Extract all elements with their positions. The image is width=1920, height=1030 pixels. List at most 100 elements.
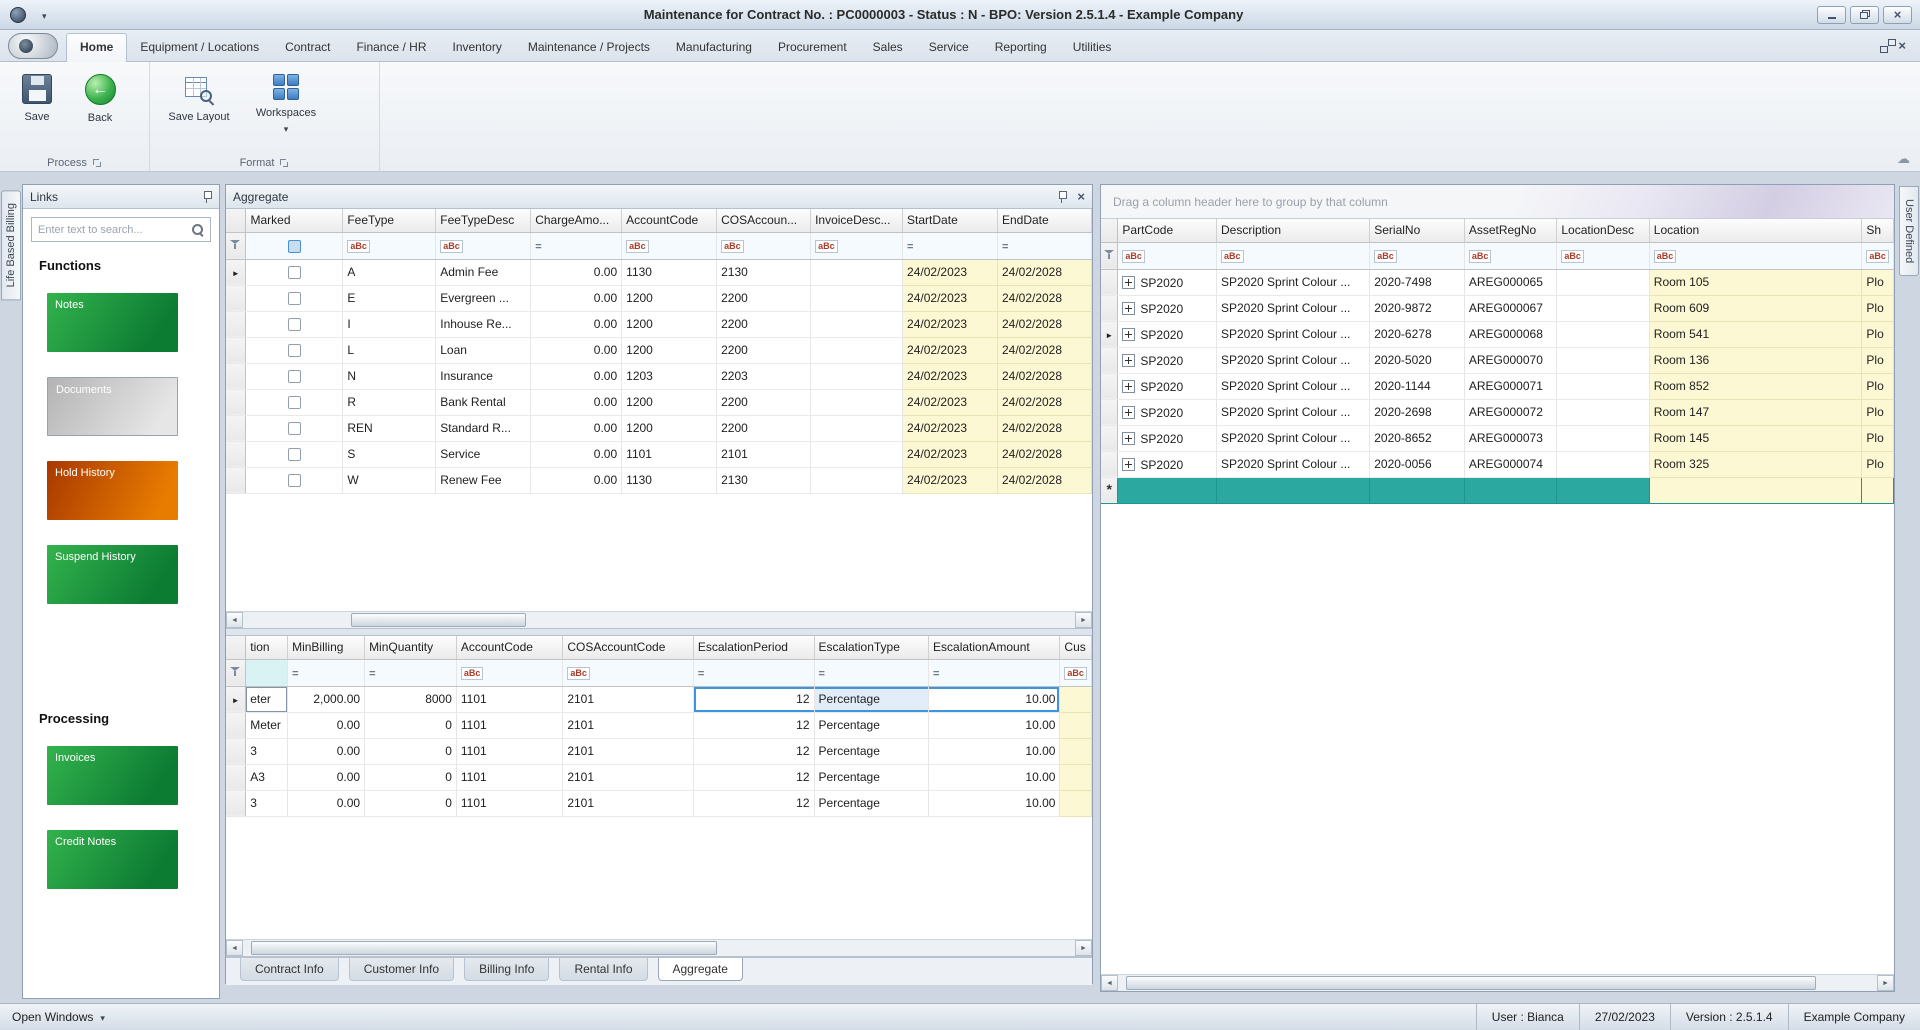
cell-location[interactable]: Room 147 [1649,399,1863,426]
cell-marked[interactable] [245,259,344,286]
col-escalationtype[interactable]: EscalationType [814,636,930,660]
detail-tab[interactable]: Rental Info [559,958,648,981]
cell-cosaccountcode[interactable]: 2101 [562,790,694,817]
cell-accountcode[interactable]: 1101 [456,686,564,713]
cell-accountcode[interactable]: 1200 [621,285,718,312]
cell-customer[interactable] [1059,712,1092,739]
cell-escalationperiod[interactable]: 12 [693,790,815,817]
cell-marked[interactable] [245,467,344,494]
link-button[interactable]: Notes [47,293,178,352]
cell-location[interactable] [1649,477,1863,504]
col-escalationperiod[interactable]: EscalationPeriod [693,636,815,660]
cell-assetregno[interactable]: AREG000074 [1464,451,1558,478]
close-panel-icon[interactable] [1077,190,1085,204]
col-locationdesc[interactable]: LocationDesc [1556,219,1650,243]
cell-accountcode[interactable]: 1200 [621,389,718,416]
escalation-row[interactable]: eter 2,000.00 8000 1101 2101 12 Percenta… [226,686,1092,713]
cell-minquantity[interactable]: 0 [364,764,457,791]
cell-startdate[interactable]: 24/02/2023 [902,337,998,364]
ribbon-tab[interactable]: Home [66,33,128,62]
cell-serialno[interactable]: 2020-0056 [1369,451,1465,478]
cell-cosaccountcode[interactable]: 2101 [716,441,812,468]
cell-cosaccountcode[interactable]: 2101 [562,712,694,739]
equipment-row[interactable]: SP2020 SP2020 Sprint Colour ... 2020-627… [1101,321,1894,348]
escalation-row[interactable]: 3 0.00 0 1101 2101 12 Percentage 10.00 [226,790,1092,817]
equipment-row[interactable]: SP2020 SP2020 Sprint Colour ... 2020-502… [1101,347,1894,374]
cell-partcode[interactable]: SP2020 [1117,451,1217,478]
cell-escalationtype[interactable]: Percentage [814,764,930,791]
scrollbar-thumb[interactable] [351,613,526,627]
escalation-row[interactable]: A3 0.00 0 1101 2101 12 Percentage 10.00 [226,764,1092,791]
cell-description[interactable]: A3 [245,764,289,791]
cell-chargeamount[interactable]: 0.00 [530,285,623,312]
cell-enddate[interactable]: 24/02/2028 [997,415,1093,442]
cell-serialno[interactable] [1369,477,1465,504]
cell-accountcode[interactable]: 1101 [456,790,564,817]
col-description[interactable]: Description [1216,219,1371,243]
fee-row[interactable]: REN Standard R... 0.00 1200 2200 24/02/2… [226,415,1093,442]
cell-description[interactable]: SP2020 Sprint Colour ... [1216,451,1371,478]
group-by-box[interactable]: Drag a column header here to group by th… [1101,185,1894,219]
cell-partcode[interactable]: SP2020 [1117,295,1217,322]
ribbon-tab[interactable]: Utilities [1060,34,1125,61]
fee-row[interactable]: A Admin Fee 0.00 1130 2130 24/02/2023 24… [226,259,1093,286]
cell-escalationperiod[interactable]: 12 [693,764,815,791]
ribbon-tab[interactable]: Reporting [982,34,1060,61]
scrollbar-thumb[interactable] [251,941,718,955]
expand-icon[interactable] [1122,301,1136,315]
scroll-left-button[interactable] [226,940,243,956]
row-checkbox[interactable] [287,292,301,306]
cell-chargeamount[interactable]: 0.00 [530,467,623,494]
filter-partcode[interactable]: aBc [1117,242,1217,270]
row-checkbox[interactable] [287,474,301,488]
cell-assetregno[interactable]: AREG000070 [1464,347,1558,374]
cell-location[interactable]: Room 609 [1649,295,1863,322]
row-checkbox[interactable] [287,266,301,280]
cell-shift[interactable]: Plo [1861,321,1894,348]
scroll-left-button[interactable] [226,612,243,628]
expand-icon[interactable] [1122,353,1136,367]
cell-partcode[interactable]: SP2020 [1117,399,1217,426]
row-checkbox[interactable] [287,422,301,436]
filter-minbilling[interactable]: = [287,659,366,687]
cell-serialno[interactable]: 2020-8652 [1369,425,1465,452]
row-checkbox[interactable] [287,370,301,384]
equipment-row[interactable]: SP2020 SP2020 Sprint Colour ... 2020-749… [1101,269,1894,296]
cell-minbilling[interactable]: 0.00 [287,738,366,765]
cell-feetypedesc[interactable]: Insurance [435,363,532,390]
cell-invoicedesc[interactable] [810,415,904,442]
cell-startdate[interactable]: 24/02/2023 [902,467,998,494]
escalation-row[interactable]: 3 0.00 0 1101 2101 12 Percentage 10.00 [226,738,1092,765]
link-button[interactable]: Credit Notes [47,830,178,889]
cell-escalationtype[interactable]: Percentage [814,686,930,713]
mdi-close-button[interactable] [1898,39,1906,53]
cell-minbilling[interactable]: 0.00 [287,764,366,791]
cell-locationdesc[interactable] [1556,477,1650,504]
cell-shift[interactable]: Plo [1861,451,1894,478]
cell-escalationamount[interactable]: 10.00 [928,712,1061,739]
filter-accountcode[interactable]: aBc [456,659,564,687]
col-cosaccountcode[interactable]: COSAccoun... [716,209,812,233]
cell-location[interactable]: Room 145 [1649,425,1863,452]
fee-row[interactable]: E Evergreen ... 0.00 1200 2200 24/02/202… [226,285,1093,312]
fee-row[interactable]: N Insurance 0.00 1203 2203 24/02/2023 24… [226,363,1093,390]
row-checkbox[interactable] [287,318,301,332]
cell-locationdesc[interactable] [1556,269,1650,296]
col-enddate[interactable]: EndDate [997,209,1093,233]
cell-accountcode[interactable]: 1101 [456,764,564,791]
cell-chargeamount[interactable]: 0.00 [530,441,623,468]
fee-row[interactable]: I Inhouse Re... 0.00 1200 2200 24/02/202… [226,311,1093,338]
cell-feetypedesc[interactable]: Admin Fee [435,259,532,286]
cloud-icon[interactable] [1897,151,1910,167]
cell-invoicedesc[interactable] [810,285,904,312]
equipment-row[interactable]: SP2020 SP2020 Sprint Colour ... 2020-987… [1101,295,1894,322]
cell-accountcode[interactable]: 1130 [621,259,718,286]
application-button[interactable] [8,33,58,59]
expand-icon[interactable] [1122,457,1136,471]
scroll-right-button[interactable] [1075,940,1092,956]
cell-serialno[interactable]: 2020-1144 [1369,373,1465,400]
filter-enddate[interactable]: = [997,232,1093,260]
col-cosaccountcode[interactable]: COSAccountCode [562,636,694,660]
cell-feetype[interactable]: E [342,285,437,312]
scrollbar-track[interactable] [243,940,1075,956]
